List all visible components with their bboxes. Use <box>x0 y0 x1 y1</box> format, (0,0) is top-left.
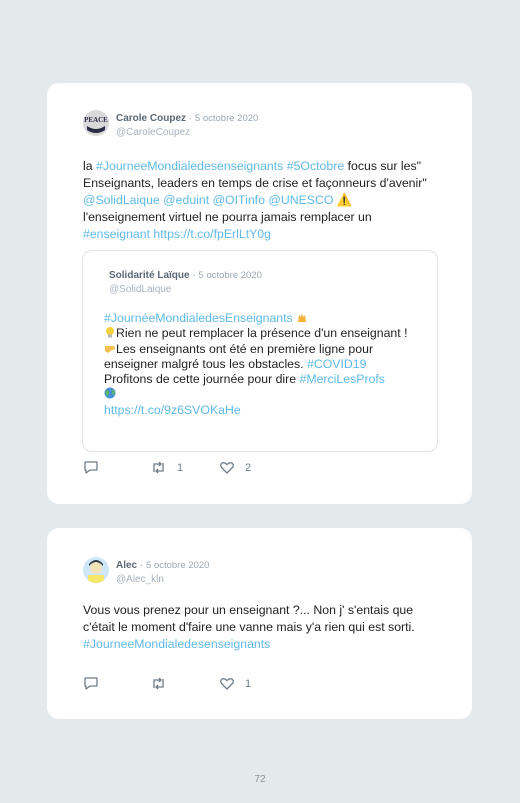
quoted-line: Rien ne peut remplacer la présence d'un … <box>116 326 408 341</box>
covid-hashtag-link[interactable]: #COVID19 <box>307 357 366 371</box>
retweet-button[interactable]: 1 <box>150 460 183 475</box>
heart-icon <box>220 678 234 690</box>
like-button[interactable]: 1 <box>219 676 251 691</box>
merci-hashtag-link[interactable]: #MerciLesProfs <box>300 372 385 386</box>
author-name[interactable]: Alec <box>116 560 137 571</box>
reply-button[interactable] <box>83 460 99 475</box>
quoted-tweet[interactable]: Solidarité Laïque · 5 octobre 2020 @Soli… <box>82 250 438 452</box>
retweet-count: 1 <box>177 461 184 474</box>
quoted-date: 5 octobre 2020 <box>198 270 262 281</box>
quoted-author-name[interactable]: Solidarité Laïque <box>109 270 190 281</box>
globe-icon <box>104 387 116 399</box>
tweet-text: la #JourneeMondialedesenseignants #5Octo… <box>83 158 433 243</box>
separator-dot: · <box>186 113 195 124</box>
hashtag-link[interactable]: #JourneeMondialedesenseignants #5Octobre <box>96 159 344 173</box>
avatar[interactable] <box>83 557 109 583</box>
reply-icon <box>84 677 98 690</box>
hashtag-link[interactable]: #JourneeMondialedesenseignants <box>83 637 270 651</box>
tweet-actions: 1 2 <box>83 460 343 476</box>
retweet-button[interactable] <box>150 676 177 691</box>
author-handle[interactable]: @CaroleCoupez <box>116 126 258 139</box>
author-name[interactable]: Carole Coupez <box>116 113 186 124</box>
like-count: 2 <box>245 461 252 474</box>
raised-hands-icon <box>298 313 307 322</box>
quoted-handle[interactable]: @SolidLaique <box>109 283 262 296</box>
tweet-text: Vous vous prenez pour un enseignant ?...… <box>83 602 443 653</box>
mention-links[interactable]: @SolidLaique @eduint @OITinfo @UNESCO <box>83 193 333 207</box>
retweet-icon <box>153 461 164 474</box>
tweet-card: Alec · 5 octobre 2020 @Alec_kln Vous vou… <box>47 528 472 719</box>
quoted-text: #JournéeMondialedesEnseignants Rien ne p… <box>104 311 424 418</box>
quoted-hashtag-link[interactable]: #JournéeMondialedesEnseignants <box>104 311 293 325</box>
text-part: Vous vous prenez pour un enseignant ?...… <box>83 603 415 634</box>
tweet-header: PEACE Carole Coupez · 5 octobre 2020 @Ca… <box>83 110 258 139</box>
tweet-header: Alec · 5 octobre 2020 @Alec_kln <box>83 557 209 586</box>
light-bulb-icon <box>106 327 114 338</box>
pointing-hand-icon <box>105 345 115 353</box>
tweet-card: PEACE Carole Coupez · 5 octobre 2020 @Ca… <box>47 83 472 504</box>
retweet-icon <box>153 677 164 690</box>
like-button[interactable]: 2 <box>219 460 251 475</box>
separator-dot: · <box>137 560 147 571</box>
tweet-date: 5 octobre 2020 <box>146 560 210 571</box>
quoted-header: Solidarité Laïque · 5 octobre 2020 @Soli… <box>109 267 262 296</box>
heart-icon <box>220 462 234 474</box>
reply-icon <box>84 461 98 474</box>
page-number: 72 <box>254 774 266 785</box>
author-handle[interactable]: @Alec_kln <box>116 573 209 586</box>
avatar[interactable]: PEACE <box>83 110 109 136</box>
tweet-actions: 1 <box>83 676 343 692</box>
reply-button[interactable] <box>83 676 99 691</box>
quoted-url-link[interactable]: https://t.co/9z6SVOKaHe <box>104 403 241 417</box>
tweet-date: 5 octobre 2020 <box>194 113 259 124</box>
quoted-line: Profitons de cette journée pour dire <box>104 372 300 387</box>
hashtag-url-link[interactable]: #enseignant https://t.co/fpErlLtY0g <box>83 227 271 241</box>
avatar-logo-text: PEACE <box>84 116 108 124</box>
like-count: 1 <box>245 677 252 690</box>
text-part: la <box>83 159 96 173</box>
